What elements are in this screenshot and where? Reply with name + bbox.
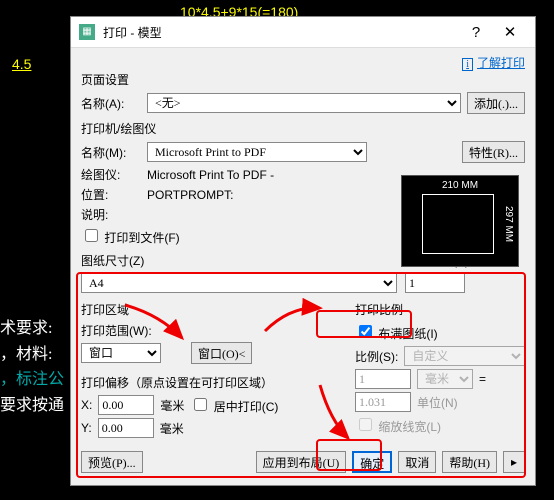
unit-input — [355, 369, 411, 389]
paper-size-select[interactable]: A4 — [81, 273, 397, 293]
preview-button[interactable]: 预览(P)... — [81, 451, 143, 473]
lineweight-checkbox: 缩放线宽(L) — [355, 420, 441, 434]
to-file-checkbox[interactable]: 打印到文件(F) — [81, 226, 180, 246]
ok-button[interactable]: 确定 — [352, 451, 392, 473]
printer-label: 打印机/绘图仪 — [81, 120, 525, 137]
y-label: Y: — [81, 421, 92, 435]
help-button-bottom[interactable]: 帮助(H) — [442, 451, 497, 473]
paper-preview: 210 MM 297 MM — [401, 175, 519, 267]
offset-label: 打印偏移（原点设置在可打印区域） — [81, 374, 347, 391]
page-setup-group: 页面设置 名称(A): <无> 添加(.)... — [81, 71, 525, 114]
page-setup-label: 页面设置 — [81, 71, 525, 88]
print-area-label: 打印区域 — [81, 301, 347, 318]
requirements-text: 术要求: ，材料: ，标注公 要求按通 — [0, 316, 64, 418]
copies-input[interactable] — [405, 273, 465, 293]
info-icon: i — [462, 58, 473, 71]
scale-label: 打印比例 — [355, 301, 525, 318]
fit-checkbox[interactable]: 布满图纸(I) — [355, 327, 438, 341]
apply-button[interactable]: 应用到布局(U) — [256, 451, 347, 473]
range-label: 打印范围(W): — [81, 322, 347, 339]
factor-input — [355, 392, 411, 412]
paper-height: 297 MM — [503, 206, 514, 242]
center-checkbox[interactable]: 居中打印(C) — [190, 395, 278, 415]
location-value: PORTPROMPT: — [147, 188, 233, 202]
mm-label: 毫米 — [160, 397, 184, 414]
name-m-label: 名称(M): — [81, 144, 141, 161]
mm-select: 毫米 — [417, 369, 473, 389]
paper-sheet — [422, 194, 494, 254]
cad-dim: 4.5 — [12, 56, 31, 72]
cancel-button[interactable]: 取消 — [398, 451, 436, 473]
help-button[interactable]: ? — [459, 24, 493, 41]
range-select[interactable]: 窗口 — [81, 343, 161, 363]
equals-label: = — [479, 372, 486, 386]
mm-label-2: 毫米 — [160, 420, 184, 437]
print-dialog: ▦ 打印 - 模型 ? ✕ i了解打印 页面设置 名称(A): <无> 添加(.… — [70, 16, 536, 486]
plotter-label: 绘图仪: — [81, 166, 141, 183]
ratio-select: 自定义 — [404, 346, 525, 366]
name-a-label: 名称(A): — [81, 95, 141, 112]
x-input[interactable] — [98, 395, 154, 415]
location-label: 位置: — [81, 186, 141, 203]
unit-lbl: 单位(N) — [417, 394, 458, 411]
app-icon: ▦ — [79, 24, 95, 40]
titlebar: ▦ 打印 - 模型 ? ✕ — [71, 17, 535, 48]
paper-width: 210 MM — [442, 180, 478, 191]
desc-label: 说明: — [81, 206, 141, 223]
dialog-title: 打印 - 模型 — [103, 24, 459, 41]
properties-button[interactable]: 特性(R)... — [462, 141, 525, 163]
expand-button[interactable]: ▸ — [503, 451, 525, 473]
window-button[interactable]: 窗口(O)< — [191, 342, 252, 364]
ratio-label: 比例(S): — [355, 348, 398, 365]
close-button[interactable]: ✕ — [493, 23, 527, 41]
plotter-value: Microsoft Print To PDF - — [147, 168, 274, 182]
printer-select[interactable]: Microsoft Print to PDF — [147, 142, 367, 162]
x-label: X: — [81, 398, 92, 412]
add-button[interactable]: 添加(.)... — [467, 92, 525, 114]
page-setup-select[interactable]: <无> — [147, 93, 461, 113]
y-input[interactable] — [98, 418, 154, 438]
paper-size-label: 图纸尺寸(Z) — [81, 252, 397, 269]
learn-print-link[interactable]: i了解打印 — [462, 54, 525, 71]
